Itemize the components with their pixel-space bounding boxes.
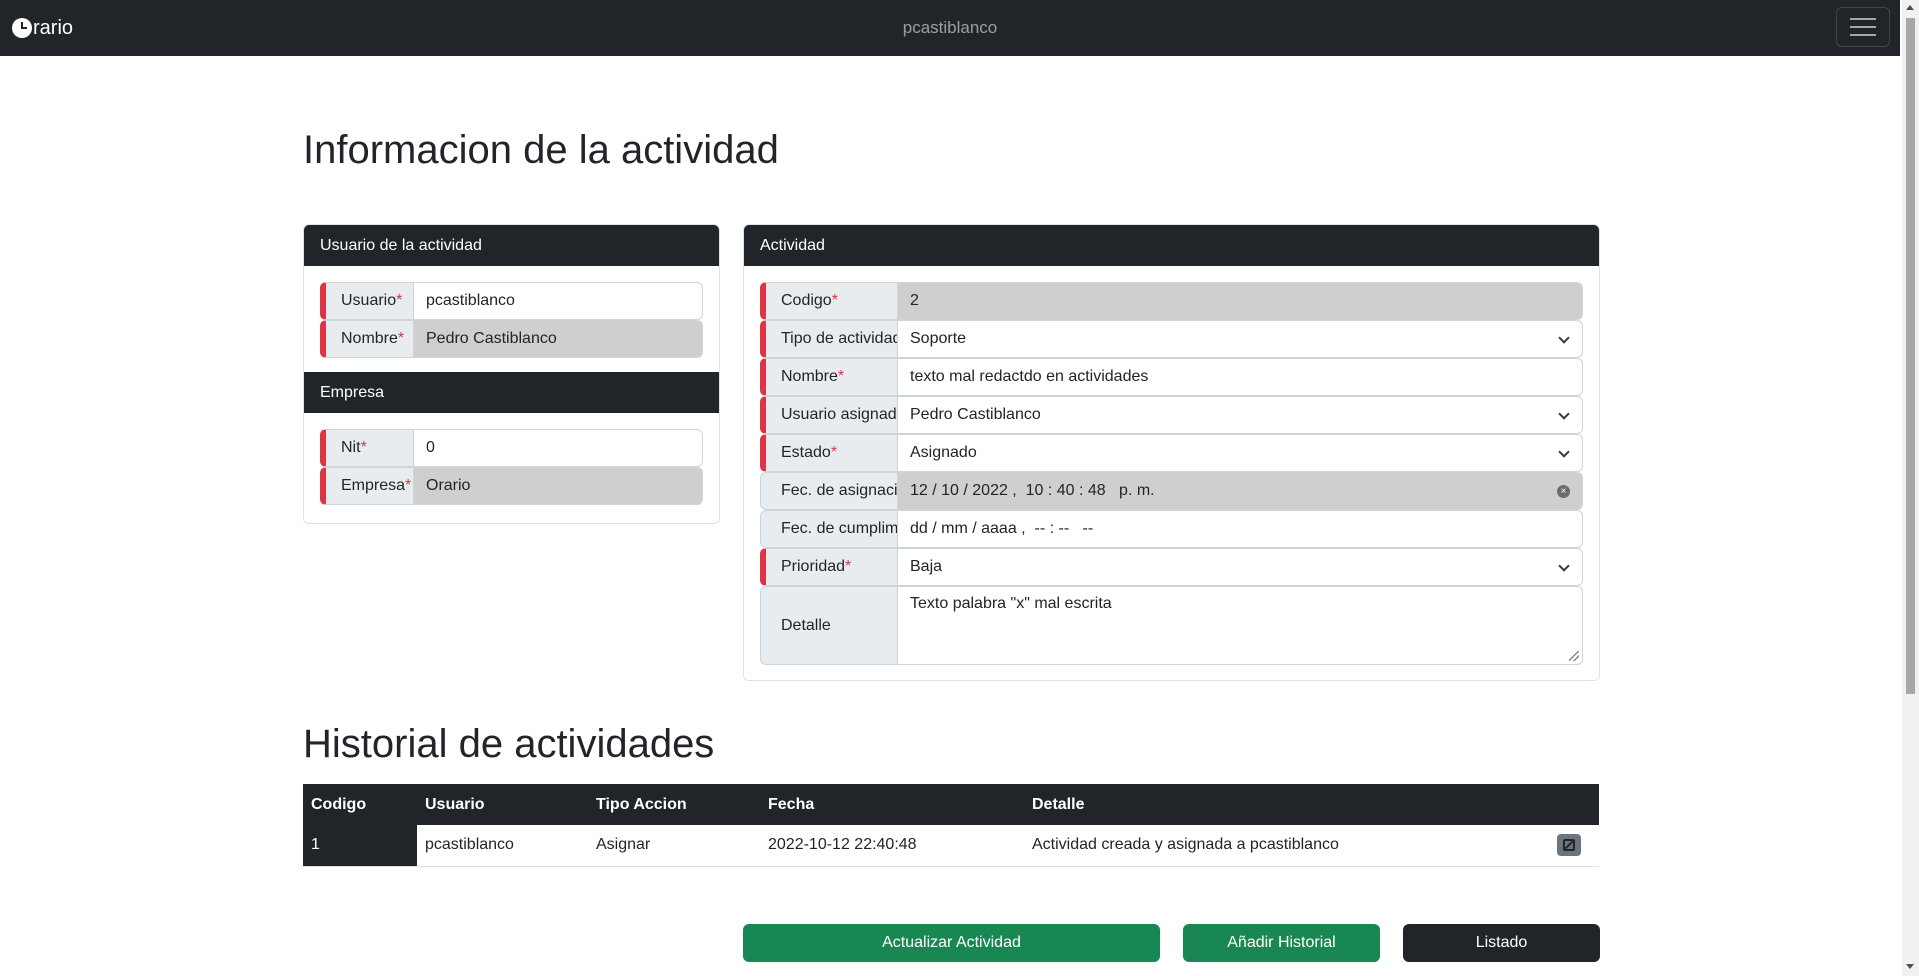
nombre-label: Nombre *: [320, 320, 414, 358]
empresa-field: Empresa * Orario: [320, 467, 703, 505]
logged-user: pcastiblanco: [902, 18, 998, 37]
nombre-readonly: Pedro Castiblanco: [414, 320, 703, 358]
nombre-actividad-field: Nombre * texto mal redactdo en actividade…: [760, 358, 1583, 396]
usuario-asignado-label: Usuario asignado: [760, 396, 898, 434]
fecha-cumplimiento-label: Fec. de cumplimiento: [760, 510, 898, 548]
user-card: Usuario de la actividad Usuario * pcastib…: [303, 224, 720, 524]
usuario-label: Usuario *: [320, 282, 414, 320]
col-fecha: Fecha: [760, 784, 1024, 825]
resize-handle-icon[interactable]: [1569, 651, 1579, 661]
list-button[interactable]: Listado: [1403, 924, 1600, 962]
fecha-cumplimiento-field: Fec. de cumplimiento dd / mm / aaaa , --…: [760, 510, 1583, 548]
add-history-button[interactable]: Añadir Historial: [1183, 924, 1380, 962]
nit-field: Nit * 0: [320, 429, 703, 467]
history-table: Codigo Usuario Tipo Accion Fecha Detalle…: [303, 784, 1599, 867]
col-detalle: Detalle: [1024, 784, 1549, 825]
scroll-down-icon[interactable]: [1906, 964, 1914, 969]
user-card-header: Usuario de la actividad: [304, 225, 719, 266]
nombre-field: Nombre * Pedro Castiblanco: [320, 320, 703, 358]
table-row: 1 pcastiblanco Asignar 2022-10-12 22:40:…: [303, 825, 1599, 867]
chevron-down-icon: [1558, 560, 1570, 572]
col-usuario: Usuario: [417, 784, 588, 825]
fecha-asignacion-label: Fec. de asignacion: [760, 472, 898, 510]
estado-field: Estado * Asignado: [760, 434, 1583, 472]
tipo-field: Tipo de actividad Soporte: [760, 320, 1583, 358]
cell-codigo: 1: [303, 825, 417, 867]
fecha-asignacion-field: Fec. de asignacion 12 / 10 / 2022 , 10 :…: [760, 472, 1583, 510]
chevron-down-icon: [1558, 332, 1570, 344]
detalle-label: Detalle: [760, 586, 898, 665]
nombre-actividad-input[interactable]: texto mal redactdo en actividades: [898, 358, 1583, 396]
navbar-toggler-button[interactable]: [1836, 7, 1890, 47]
nombre-actividad-label: Nombre *: [760, 358, 898, 396]
detalle-field: Detalle Texto palabra "x" mal escrita: [760, 586, 1583, 665]
cell-detalle: Actividad creada y asignada a pcastiblan…: [1024, 825, 1549, 867]
cell-tipo: Asignar: [588, 825, 760, 867]
col-actions: [1549, 784, 1599, 825]
fecha-asignacion-input: 12 / 10 / 2022 , 10 : 40 : 48 p. m. ×: [898, 472, 1583, 510]
nit-label: Nit *: [320, 429, 414, 467]
scroll-up-icon[interactable]: [1906, 5, 1914, 10]
col-tipo-accion: Tipo Accion: [588, 784, 760, 825]
table-header-row: Codigo Usuario Tipo Accion Fecha Detalle: [303, 784, 1599, 825]
detalle-textarea[interactable]: Texto palabra "x" mal escrita: [898, 586, 1583, 665]
empresa-label: Empresa *: [320, 467, 414, 505]
estado-label: Estado *: [760, 434, 898, 472]
nit-input[interactable]: 0: [414, 429, 703, 467]
prioridad-field: Prioridad * Baja: [760, 548, 1583, 586]
edit-icon[interactable]: [1557, 834, 1581, 857]
tipo-label: Tipo de actividad: [760, 320, 898, 358]
top-navbar: rario pcastiblanco: [0, 0, 1900, 56]
scroll-thumb[interactable]: [1906, 18, 1915, 694]
cell-actions: [1549, 825, 1599, 867]
codigo-field: Codigo * 2: [760, 282, 1583, 320]
codigo-label: Codigo *: [760, 282, 898, 320]
chevron-down-icon: [1558, 446, 1570, 458]
activity-card-header: Actividad: [744, 225, 1599, 266]
chevron-down-icon: [1558, 408, 1570, 420]
codigo-readonly: 2: [898, 282, 1583, 320]
fecha-cumplimiento-input[interactable]: dd / mm / aaaa , -- : -- --: [898, 510, 1583, 548]
company-card-header: Empresa: [304, 372, 719, 413]
usuario-input[interactable]: pcastiblanco: [414, 282, 703, 320]
update-activity-button[interactable]: Actualizar Actividad: [743, 924, 1160, 962]
usuario-asignado-field: Usuario asignado Pedro Castiblanco: [760, 396, 1583, 434]
estado-select[interactable]: Asignado: [898, 434, 1583, 472]
prioridad-select[interactable]: Baja: [898, 548, 1583, 586]
page-title: Informacion de la actividad: [303, 128, 779, 172]
page-scrollbar[interactable]: [1902, 0, 1919, 976]
cell-fecha: 2022-10-12 22:40:48: [760, 825, 1024, 867]
cell-usuario: pcastiblanco: [417, 825, 588, 867]
hamburger-menu-icon: [1850, 18, 1876, 20]
empresa-readonly: Orario: [414, 467, 703, 505]
usuario-asignado-select[interactable]: Pedro Castiblanco: [898, 396, 1583, 434]
prioridad-label: Prioridad *: [760, 548, 898, 586]
activity-card: Actividad Codigo * 2 Tipo de actividad So…: [743, 224, 1600, 681]
tipo-select[interactable]: Soporte: [898, 320, 1583, 358]
clear-icon[interactable]: ×: [1557, 485, 1570, 498]
history-title: Historial de actividades: [303, 722, 715, 766]
col-codigo: Codigo: [303, 784, 417, 825]
usuario-field: Usuario * pcastiblanco: [320, 282, 703, 320]
